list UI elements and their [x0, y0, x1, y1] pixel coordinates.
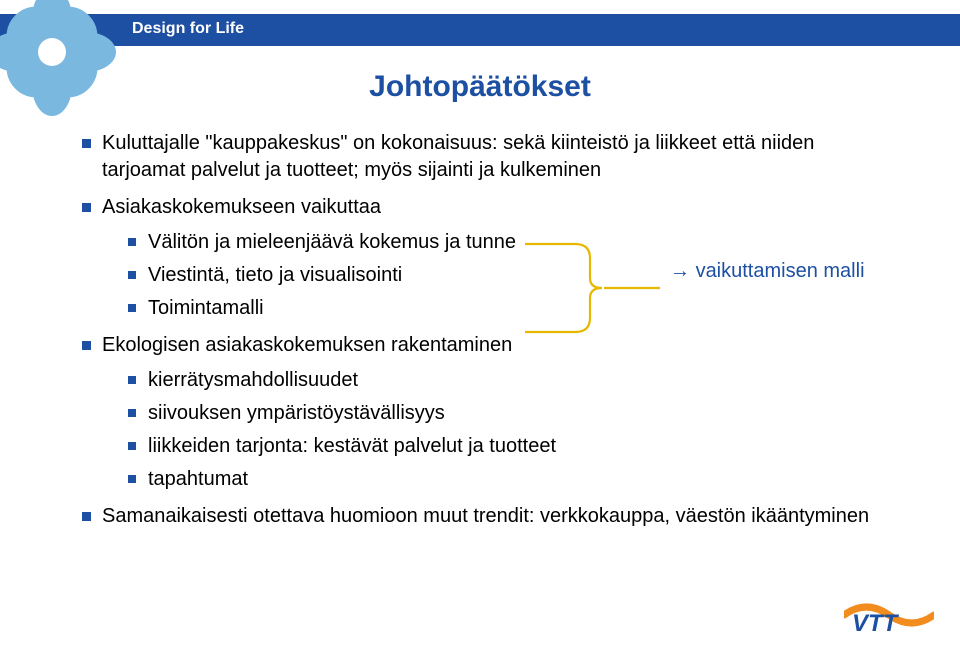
bullet-item: liikkeiden tarjonta: kestävät palvelut j…: [126, 433, 880, 460]
bullet-text: Viestintä, tieto ja visualisointi: [148, 264, 402, 286]
bullet-item: Ekologisen asiakaskokemuksen rakentamine…: [80, 332, 880, 493]
bracket-icon: [520, 238, 670, 338]
bullet-text: siivouksen ympäristöystävällisyys: [148, 402, 445, 424]
bullet-text: Ekologisen asiakaskokemuksen rakentamine…: [102, 334, 512, 356]
svg-text:VTT: VTT: [852, 610, 900, 635]
callout-text: vaikuttamisen malli: [696, 260, 865, 282]
bullet-item: Toimintamalli: [126, 295, 880, 322]
bullet-item: Välitön ja mieleenjäävä kokemus ja tunne: [126, 229, 880, 256]
bullet-text: Kuluttajalle "kauppakeskus" on kokonaisu…: [102, 132, 814, 181]
arrow-icon: →: [670, 260, 690, 282]
bullet-text: Samanaikaisesti otettava huomioon muut t…: [102, 505, 869, 527]
bullet-item: Samanaikaisesti otettava huomioon muut t…: [80, 503, 880, 530]
bullet-text: tapahtumat: [148, 468, 248, 490]
callout-label: → vaikuttamisen malli: [670, 260, 865, 283]
bullet-text: Toimintamalli: [148, 297, 264, 319]
bullet-text: kierrätysmahdollisuudet: [148, 369, 358, 391]
vtt-logo: VTT: [844, 591, 934, 635]
bullet-item: Asiakaskokemukseen vaikuttaa Välitön ja …: [80, 194, 880, 322]
bullet-item: siivouksen ympäristöystävällisyys: [126, 400, 880, 427]
bullet-item: Kuluttajalle "kauppakeskus" on kokonaisu…: [80, 130, 880, 184]
bullet-item: kierrätysmahdollisuudet: [126, 367, 880, 394]
header-label: Design for Life: [132, 20, 244, 38]
bullet-text: liikkeiden tarjonta: kestävät palvelut j…: [148, 435, 556, 457]
bullet-item: tapahtumat: [126, 466, 880, 493]
content-body: Kuluttajalle "kauppakeskus" on kokonaisu…: [80, 130, 880, 540]
page-title: Johtopäätökset: [0, 70, 960, 104]
bullet-text: Asiakaskokemukseen vaikuttaa: [102, 196, 381, 218]
bullet-text: Välitön ja mieleenjäävä kokemus ja tunne: [148, 231, 516, 253]
